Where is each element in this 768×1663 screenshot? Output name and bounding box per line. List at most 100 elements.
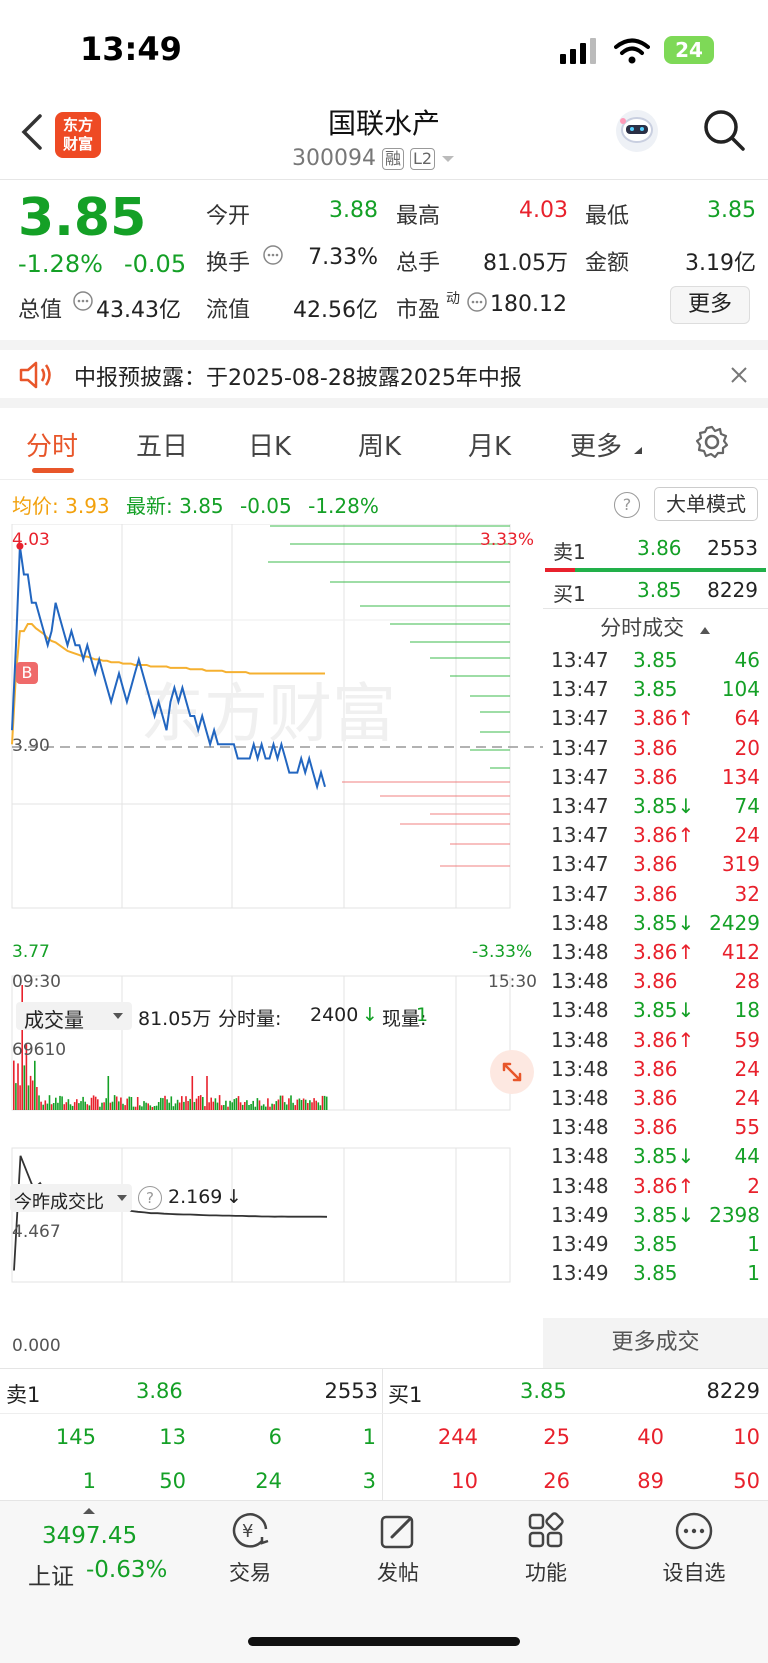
x-end-label: 15:30 xyxy=(488,972,537,992)
trade-time: 13:48 xyxy=(551,940,609,964)
float-label: 流值 xyxy=(206,298,251,323)
volume-bar xyxy=(283,1102,286,1110)
trade-price: 3.86↑ xyxy=(633,940,695,964)
trades-header-label: 分时成交 xyxy=(600,616,685,640)
help-icon[interactable]: ? xyxy=(614,492,640,518)
trade-time: 13:47 xyxy=(551,794,609,818)
intraday-chart[interactable]: 东方财富 xyxy=(0,524,543,1368)
volume-total: 81.05万 xyxy=(138,1008,212,1030)
more-trades-button[interactable]: 更多成交 xyxy=(543,1318,768,1368)
volume-bar xyxy=(97,1099,99,1110)
dropdown-icon xyxy=(113,1013,123,1019)
volume-bar xyxy=(61,1096,63,1110)
nav-trade[interactable]: ¥ 交易 xyxy=(200,1511,300,1587)
volume-bar xyxy=(193,1102,196,1110)
minute-volume-value: 2400 xyxy=(310,1004,359,1026)
pe-label: 市盈 xyxy=(396,298,441,323)
tab-daily-k[interactable]: 日K xyxy=(248,426,291,463)
volume-bar xyxy=(109,1102,112,1110)
tab-monthly-k[interactable]: 月K xyxy=(468,426,511,463)
volume-bar xyxy=(309,1100,311,1110)
volume-bar xyxy=(304,1099,307,1110)
notice-bar[interactable]: 中报预披露：于2025-08-28披露2025年中报 xyxy=(0,340,768,408)
volume-bar xyxy=(206,1076,208,1110)
trade-volume: 1 xyxy=(747,1261,760,1286)
search-icon[interactable] xyxy=(702,108,746,152)
index-name: 上证 xyxy=(28,1564,74,1590)
trade-time: 13:49 xyxy=(551,1261,609,1286)
trade-time: 13:48 xyxy=(551,1027,609,1052)
volume-bar xyxy=(46,1103,49,1110)
abs-change: -0.05 xyxy=(124,250,187,278)
ratio-help-icon[interactable]: ? xyxy=(138,1186,162,1210)
orderbook-cell: 50 xyxy=(733,1469,760,1493)
notice-text: 中报预披露：于2025-08-28披露2025年中报 xyxy=(74,366,522,391)
tab-five-day[interactable]: 五日 xyxy=(136,426,188,463)
orderbook-cell: 24 xyxy=(255,1469,282,1493)
tab-weekly-k[interactable]: 周K xyxy=(358,426,401,463)
volume-max-label: 69610 xyxy=(12,1040,67,1060)
more-button[interactable]: 更多 xyxy=(670,286,750,324)
volume-bar xyxy=(227,1106,229,1110)
info-dots-icon[interactable] xyxy=(72,290,94,312)
close-icon[interactable] xyxy=(730,366,748,384)
ratio-selector[interactable]: 今昨成交比 xyxy=(10,1184,132,1213)
nav-trade-label: 交易 xyxy=(229,1561,271,1585)
tab-intraday[interactable]: 分时 xyxy=(26,426,78,463)
home-indicator xyxy=(248,1637,520,1646)
trade-volume: 18 xyxy=(734,998,760,1023)
volume-bar xyxy=(113,1095,116,1110)
settings-gear-icon[interactable] xyxy=(694,424,730,460)
volume-bar xyxy=(78,1103,80,1110)
trade-row: 13:49 3.85 1 xyxy=(543,1259,768,1289)
orderbook-cell: 50 xyxy=(159,1469,186,1493)
assistant-avatar-icon[interactable] xyxy=(614,108,660,154)
nav-post[interactable]: 发帖 xyxy=(348,1511,448,1587)
volume-bar xyxy=(214,1098,217,1110)
volume-bar xyxy=(218,1095,221,1110)
wifi-icon xyxy=(614,38,650,64)
volume-bar xyxy=(233,1099,236,1110)
ask1-row: 卖1 3.86 2553 xyxy=(543,530,768,566)
index-ticker[interactable]: 3497.45 上证 -0.63% xyxy=(0,1501,180,1601)
tab-more[interactable]: 更多 xyxy=(570,426,622,463)
volume-bar xyxy=(130,1097,133,1110)
volume-bar xyxy=(208,1102,210,1110)
volume-bar xyxy=(262,1104,265,1110)
volume-bar xyxy=(67,1099,70,1110)
nav-add-watchlist[interactable]: 设自选 xyxy=(644,1511,744,1587)
turnover-value: 7.33% xyxy=(308,245,378,270)
stock-code: 300094 xyxy=(292,146,376,171)
info-dots-icon[interactable] xyxy=(262,244,284,266)
volume-bar xyxy=(311,1102,313,1110)
volume-selector[interactable]: 成交量 xyxy=(16,1002,132,1032)
ratio-min-label: 0.000 xyxy=(12,1336,61,1356)
high-label: 最高 xyxy=(396,204,441,229)
volume-bar xyxy=(258,1100,261,1110)
big-order-mode-button[interactable]: 大单模式 xyxy=(654,487,758,521)
trade-row: 13:48 3.85↓ 44 xyxy=(543,1142,768,1172)
volume-bar xyxy=(189,1098,191,1110)
trade-row: 13:49 3.85 1 xyxy=(543,1230,768,1260)
trade-row: 13:48 3.86 28 xyxy=(543,967,768,997)
volume-bar xyxy=(88,1105,91,1110)
volume-bar xyxy=(220,1105,223,1110)
nav-functions[interactable]: 功能 xyxy=(496,1511,596,1587)
volume-bar xyxy=(174,1103,177,1110)
volume-bar xyxy=(92,1095,95,1110)
caret-down-icon xyxy=(442,155,455,162)
stock-code-row[interactable]: 300094 融 L2 xyxy=(292,146,455,171)
trade-volume: 24 xyxy=(734,823,760,848)
yuan-exchange-icon: ¥ xyxy=(232,1513,269,1548)
volume-bar xyxy=(86,1104,89,1110)
turnover-label: 换手 xyxy=(206,251,251,276)
trades-header[interactable]: 分时成交 xyxy=(543,612,768,642)
expand-button[interactable] xyxy=(490,1050,534,1094)
avg-label: 均价: xyxy=(12,494,59,518)
pe-sup: 动 xyxy=(446,291,460,307)
trade-price: 3.85↓ xyxy=(633,1144,695,1169)
volume-bar xyxy=(65,1102,68,1110)
volume-bar xyxy=(185,1096,187,1110)
buy-marker[interactable]: B xyxy=(16,662,38,684)
info-dots-icon[interactable] xyxy=(466,291,488,313)
